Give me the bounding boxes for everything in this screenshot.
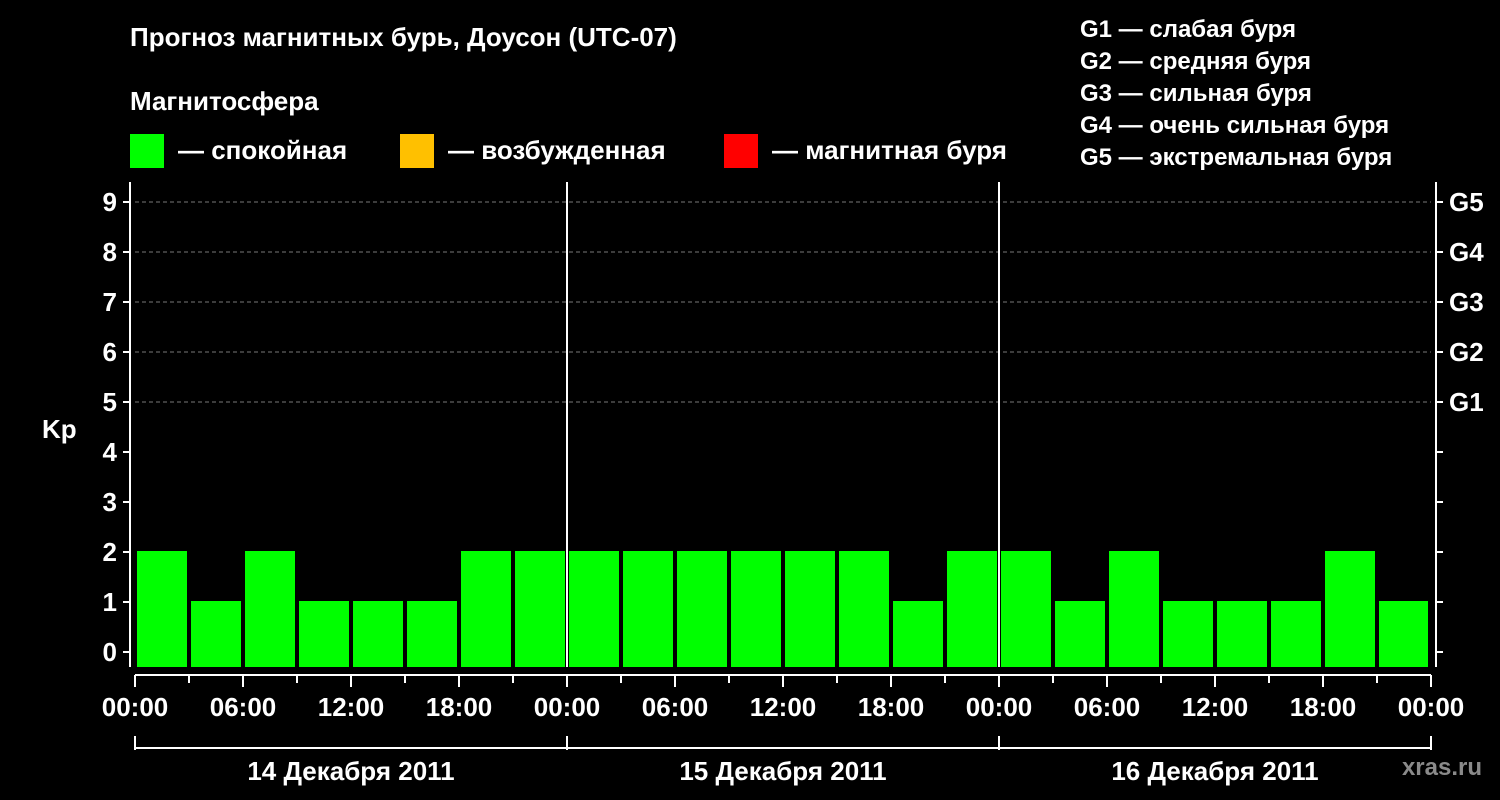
kp-bar [1163,601,1213,667]
x-tick-label: 06:00 [210,692,277,722]
kp-bar [839,551,889,667]
storm-level-tick-label: G5 [1449,187,1484,217]
x-tick-label: 18:00 [858,692,925,722]
x-tick-label: 18:00 [426,692,493,722]
kp-chart: 0 1 2 3 4 5 6 7 8 9 G1 G2 G3 G4 G5 Kp 00:00 06:00 12:00 18:… [42,182,1484,786]
y-tick-label: 5 [103,387,117,417]
x-tick-label: 18:00 [1290,692,1357,722]
kp-bar [1055,601,1105,667]
kp-bar [1379,601,1428,667]
storm-level-tick-label: G4 [1449,237,1484,267]
kp-bar [623,551,673,667]
storm-level-tick-label: G3 [1449,287,1484,317]
kp-bar [785,551,835,667]
kp-bar [191,601,241,667]
kp-bar [137,551,187,667]
x-tick-label: 00:00 [102,692,169,722]
storm-level-tick-label: G2 [1449,337,1484,367]
y-axis-label: Kp [42,414,77,444]
kp-bar [947,551,997,667]
kp-bar [1325,551,1375,667]
day-label: 15 Декабря 2011 [679,756,886,786]
kp-bar [1109,551,1159,667]
kp-bar [677,551,727,667]
x-tick-label: 06:00 [1074,692,1141,722]
x-tick-label: 00:00 [966,692,1033,722]
x-tick-label: 12:00 [1182,692,1249,722]
kp-bar [1271,601,1321,667]
kp-bar [515,551,565,667]
kp-bar [731,551,781,667]
day-label: 14 Декабря 2011 [247,756,454,786]
y-tick-label: 6 [103,337,117,367]
storm-level-tick-label: G1 [1449,387,1484,417]
y-tick-label: 8 [103,237,117,267]
kp-bar [407,601,457,667]
kp-bar [299,601,349,667]
y-tick-label: 1 [103,587,117,617]
y-tick-label: 0 [103,637,117,667]
kp-bar [245,551,295,667]
y-tick-label: 2 [103,537,117,567]
day-label: 16 Декабря 2011 [1111,756,1318,786]
x-tick-label: 12:00 [750,692,817,722]
y-tick-label: 4 [103,437,118,467]
y-tick-label: 9 [103,187,117,217]
kp-bar [569,551,619,667]
x-tick-label: 00:00 [534,692,601,722]
x-tick-label: 12:00 [318,692,385,722]
kp-bar [353,601,403,667]
kp-bar [461,551,511,667]
kp-bar [1217,601,1267,667]
y-tick-label: 3 [103,487,117,517]
kp-bar [1001,551,1051,667]
y-tick-label: 7 [103,287,117,317]
x-tick-label: 00:00 [1398,692,1465,722]
x-tick-label: 06:00 [642,692,709,722]
site-brand: xras.ru [1401,754,1482,781]
kp-bar [893,601,943,667]
